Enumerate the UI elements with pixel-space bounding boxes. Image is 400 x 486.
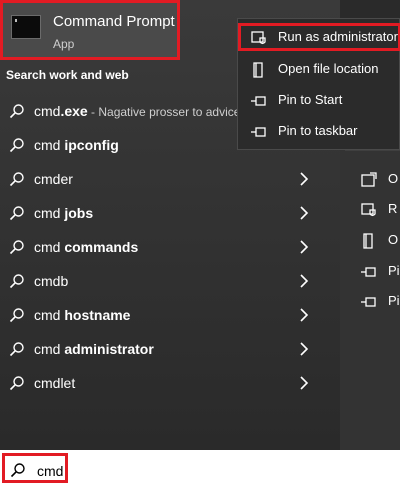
search-icon [9, 206, 24, 221]
best-match-command-prompt[interactable]: Command Prompt App [0, 0, 180, 60]
open-icon [361, 172, 377, 187]
detail-action-run-admin[interactable]: R [360, 200, 400, 220]
result-label: cmd commands [34, 239, 139, 255]
detail-action-pin-taskbar[interactable]: Pi [360, 292, 400, 312]
result-label: cmd jobs [34, 205, 94, 221]
list-item[interactable]: cmder [0, 162, 340, 196]
detail-action-label: Pi [388, 293, 400, 308]
search-results-panel: Command Prompt App Search work and web c… [0, 0, 400, 450]
chevron-right-icon[interactable] [297, 375, 311, 391]
result-label: cmdlet [34, 375, 76, 391]
context-menu: Run as administrator Open file location … [237, 18, 400, 150]
pin-icon [361, 267, 376, 277]
result-label: cmd hostname [34, 307, 131, 323]
pin-icon [251, 96, 266, 106]
menu-item-label: Pin to Start [278, 92, 343, 107]
result-label: cmder [34, 171, 73, 187]
search-icon [9, 138, 24, 153]
chevron-right-icon[interactable] [297, 205, 311, 221]
shield-icon [361, 203, 376, 217]
list-item[interactable]: cmd administrator [0, 332, 340, 366]
result-label: cmd administrator [34, 341, 154, 357]
detail-action-open[interactable]: O [360, 170, 400, 190]
detail-action-label: R [388, 201, 398, 216]
menu-item-pin-to-taskbar[interactable]: Pin to taskbar [238, 117, 400, 145]
command-prompt-icon [11, 15, 41, 39]
search-icon [10, 463, 25, 478]
search-icon [9, 240, 24, 255]
list-item[interactable]: cmd jobs [0, 196, 340, 230]
chevron-right-icon[interactable] [297, 239, 311, 255]
detail-action-label: O [388, 171, 399, 186]
best-match-subtitle: App [53, 37, 75, 51]
chevron-right-icon[interactable] [297, 307, 311, 323]
search-input[interactable]: cmd [2, 453, 68, 483]
menu-item-run-as-administrator[interactable]: Run as administrator [238, 23, 400, 51]
menu-item-label: Pin to taskbar [278, 123, 358, 138]
result-label: cmd ipconfig [34, 137, 119, 153]
detail-action-open-location[interactable]: O [360, 231, 400, 251]
result-label: cmd.exe - Nagative prosser to advice [34, 103, 241, 119]
search-icon [9, 376, 24, 391]
menu-item-label: Run as administrator [278, 29, 398, 44]
detail-action-label: O [388, 232, 399, 247]
list-item[interactable]: cmd commands [0, 230, 340, 264]
file-location-icon [363, 233, 373, 249]
search-value: cmd [37, 463, 64, 479]
chevron-right-icon[interactable] [297, 273, 311, 289]
chevron-right-icon[interactable] [297, 341, 311, 357]
pin-icon [361, 297, 376, 307]
list-item[interactable]: cmd hostname [0, 298, 340, 332]
taskbar-search-bar: cmd [0, 450, 400, 486]
search-icon [9, 172, 24, 187]
list-item[interactable]: cmdb [0, 264, 340, 298]
search-icon [9, 274, 24, 289]
menu-item-pin-to-start[interactable]: Pin to Start [238, 86, 400, 114]
detail-action-label: Pi [388, 263, 400, 278]
detail-action-pin-start[interactable]: Pi [360, 262, 400, 282]
list-item[interactable]: cmdlet [0, 366, 340, 400]
search-icon [9, 104, 24, 119]
search-icon [9, 342, 24, 357]
chevron-right-icon[interactable] [297, 171, 311, 187]
detail-divider [345, 150, 400, 151]
pin-icon [251, 127, 266, 137]
file-location-icon [253, 62, 263, 78]
result-label: cmdb [34, 273, 69, 289]
menu-item-label: Open file location [278, 61, 379, 76]
menu-item-open-file-location[interactable]: Open file location [238, 55, 400, 83]
best-match-title: Command Prompt [53, 13, 175, 30]
shield-icon [251, 31, 266, 45]
search-icon [9, 308, 24, 323]
section-header: Search work and web [6, 68, 129, 82]
